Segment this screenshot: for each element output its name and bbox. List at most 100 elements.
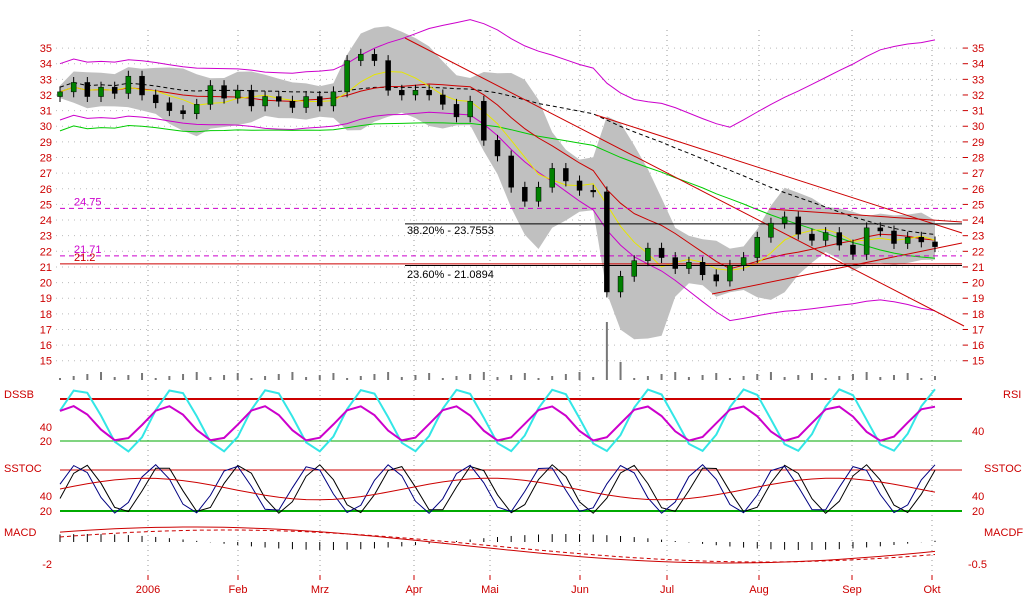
volume-bar-31: [483, 372, 485, 380]
candle-body-10: [194, 104, 199, 113]
volume-bar-28: [442, 378, 444, 380]
volume-bar-21: [346, 378, 348, 380]
volume-bars: [59, 322, 936, 380]
candle-body-29: [454, 104, 459, 117]
volume-bar-3: [100, 372, 102, 380]
candle-body-3: [99, 87, 104, 96]
volume-bar-0: [59, 378, 61, 380]
x-tick-label-Sep: Sep: [842, 584, 862, 596]
macd-line: [60, 527, 935, 563]
price-tick-right-21: 21: [972, 262, 984, 274]
volume-bar-46: [688, 377, 690, 380]
candle-body-2: [85, 82, 90, 96]
sstoc-panel-label-right: SSTOC: [984, 463, 1022, 475]
volume-bar-63: [920, 378, 922, 380]
sstoc-panel: SSTOC SSTOC 40 20 40 20: [4, 463, 1022, 518]
price-tick-right-15: 15: [972, 356, 984, 368]
x-tick-label-Mrz: Mrz: [311, 584, 329, 596]
volume-bar-37: [565, 374, 567, 380]
bollinger-band-fill: [60, 26, 935, 339]
rsi-panel-label: RSI: [1003, 389, 1021, 401]
candle-body-59: [864, 228, 869, 255]
fib-label-23: 23.60% - 21.0894: [407, 269, 494, 281]
volume-bar-13: [237, 373, 239, 380]
price-tick-left-30: 30: [40, 121, 52, 133]
price-tick-right-22: 22: [972, 246, 984, 258]
candle-body-7: [153, 95, 158, 103]
x-axis: 2006FebMrzAprMaiJunJulAugSepOkt: [136, 575, 941, 596]
candle-body-58: [850, 245, 855, 254]
candle-body-9: [181, 111, 186, 114]
volume-bar-39: [592, 377, 594, 380]
x-tick-label-Jun: Jun: [571, 584, 589, 596]
candle-body-45: [673, 258, 678, 269]
price-tick-left-27: 27: [40, 168, 52, 180]
volume-bar-62: [907, 373, 909, 380]
price-tick-right-26: 26: [972, 184, 984, 196]
price-tick-right-29: 29: [972, 137, 984, 149]
volume-bar-33: [510, 375, 512, 380]
volume-bar-61: [893, 375, 895, 380]
volume-bar-18: [305, 377, 307, 380]
price-axis-right: 1516171819202122232425262728293031323334…: [963, 43, 984, 368]
candle-body-22: [358, 54, 363, 60]
candle-body-62: [905, 237, 910, 243]
volume-bar-17: [291, 372, 293, 380]
fib-label-38: 38.20% - 23.7553: [407, 225, 494, 237]
candle-body-39: [591, 190, 596, 192]
candle-body-47: [700, 262, 705, 275]
ref-label-24.75: 24.75: [74, 196, 102, 208]
volume-bar-44: [661, 374, 663, 380]
price-tick-right-19: 19: [972, 293, 984, 305]
candle-body-50: [741, 258, 746, 266]
candle-body-56: [823, 233, 828, 241]
price-tick-left-18: 18: [40, 309, 52, 321]
candle-body-55: [809, 234, 814, 240]
stock-chart: 24.7521.7121.2 38.20% - 23.7553 23.60% -…: [0, 0, 1024, 600]
candle-body-6: [140, 76, 145, 95]
candle-body-32: [495, 140, 500, 156]
volume-bar-48: [715, 373, 717, 380]
volume-bar-42: [633, 378, 635, 380]
candle-body-26: [413, 90, 418, 95]
candle-body-53: [782, 217, 787, 223]
volume-bar-47: [702, 375, 704, 380]
candle-body-28: [440, 95, 445, 104]
volume-bar-15: [264, 376, 266, 380]
candle-body-0: [58, 92, 63, 97]
volume-bar-25: [401, 377, 403, 380]
candle-body-15: [263, 97, 268, 106]
x-tick-label-Aug: Aug: [749, 584, 769, 596]
price-tick-left-25: 25: [40, 199, 52, 211]
price-tick-left-24: 24: [40, 215, 52, 227]
sstoc-panel-label-left: SSTOC: [4, 463, 42, 475]
volume-bar-52: [770, 372, 772, 380]
candle-body-24: [386, 61, 391, 91]
volume-bar-30: [469, 374, 471, 380]
volume-bar-10: [196, 372, 198, 380]
volume-bar-34: [524, 373, 526, 380]
volume-bar-58: [852, 374, 854, 380]
price-tick-right-34: 34: [972, 59, 984, 71]
candle-body-1: [71, 82, 76, 91]
price-tick-right-31: 31: [972, 106, 984, 118]
volume-bar-49: [729, 378, 731, 380]
x-tick-label-2006: 2006: [136, 584, 160, 596]
price-tick-right-25: 25: [972, 199, 984, 211]
volume-bar-56: [825, 378, 827, 380]
volume-bar-35: [538, 378, 540, 380]
volume-bar-57: [838, 376, 840, 380]
candle-body-46: [686, 262, 691, 268]
candle-body-41: [618, 276, 623, 292]
price-tick-right-16: 16: [972, 340, 984, 352]
macd-panel: MACD MACDF -2 -0.5: [4, 527, 1023, 571]
volume-bar-24: [387, 372, 389, 380]
candle-body-12: [222, 86, 227, 99]
price-tick-right-17: 17: [972, 324, 984, 336]
sstoc-right-tick-40: 40: [972, 491, 984, 503]
ref-label-21.2: 21.2: [74, 252, 95, 264]
volume-bar-38: [579, 372, 581, 380]
volume-bar-7: [155, 378, 157, 380]
candle-body-52: [768, 223, 773, 237]
candle-body-13: [235, 90, 240, 98]
